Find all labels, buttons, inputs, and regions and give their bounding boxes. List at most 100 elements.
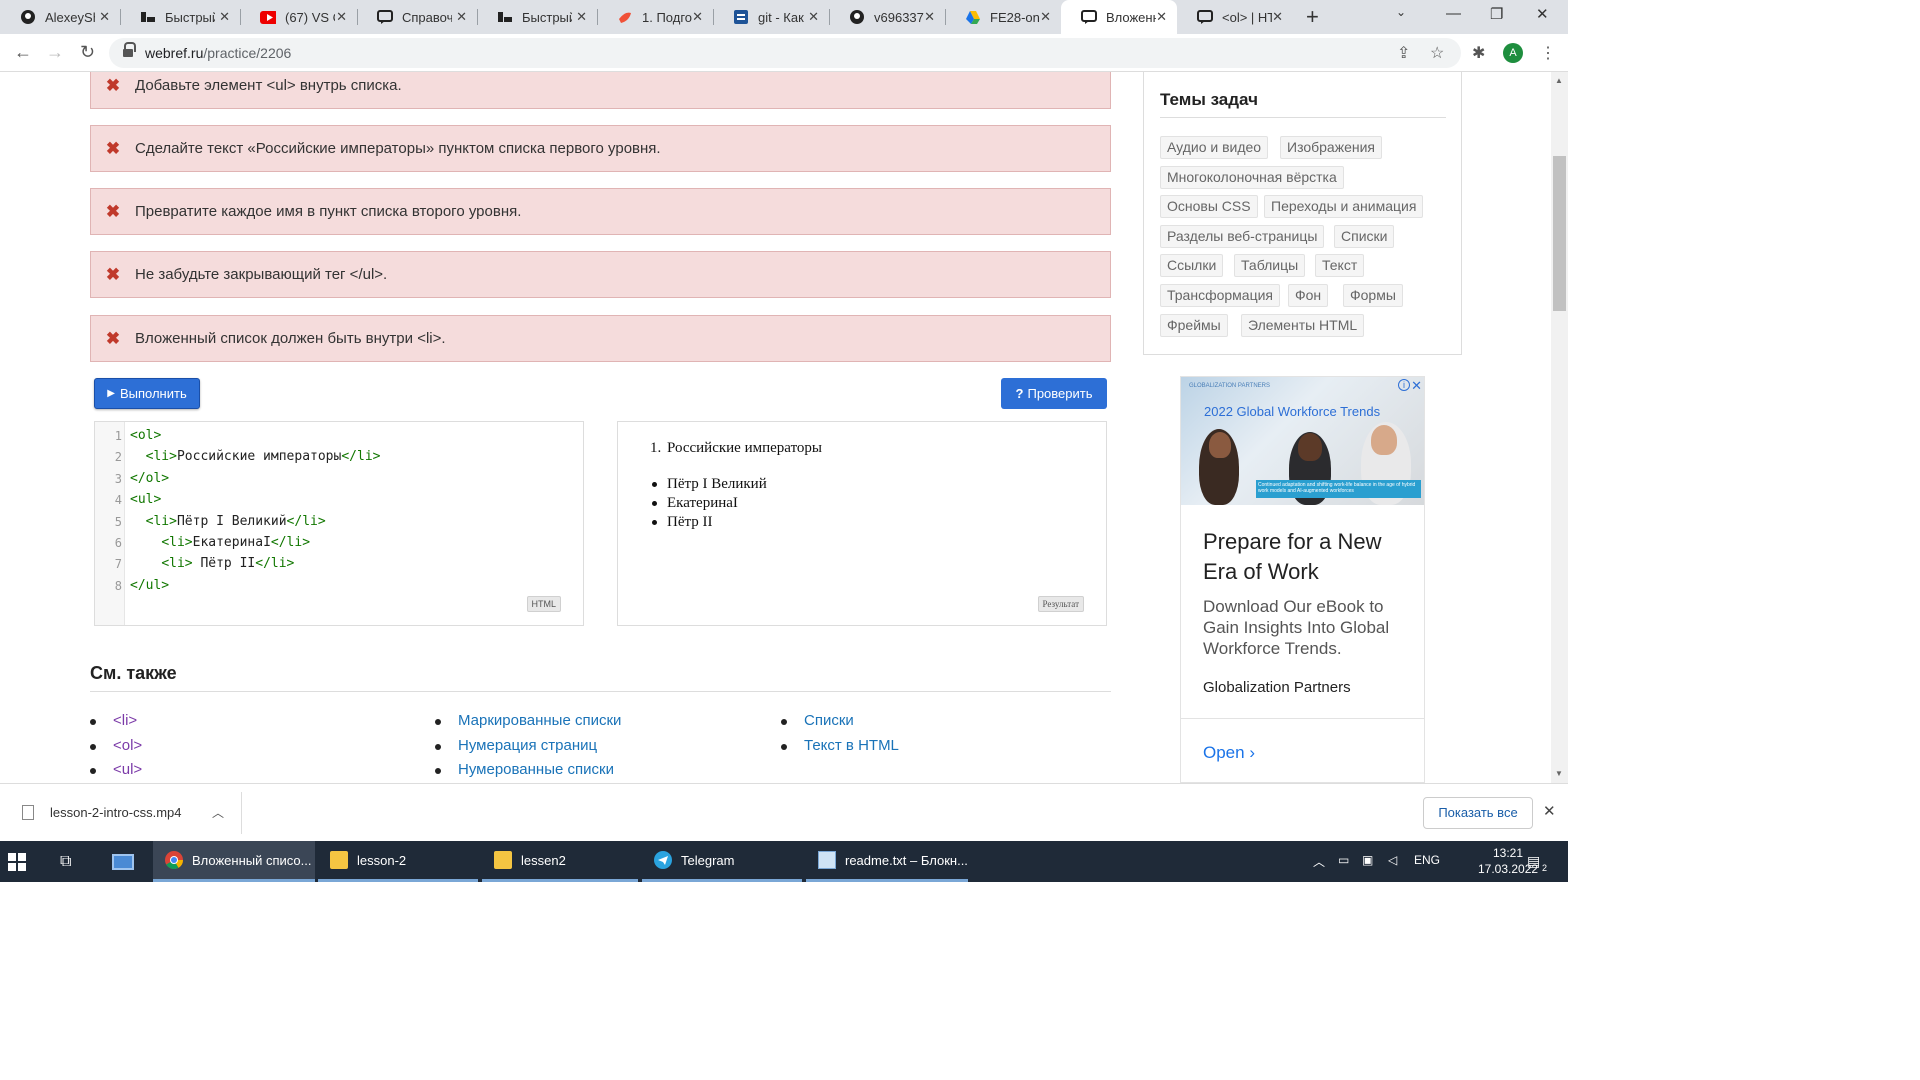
ad-open-button[interactable]: Open › bbox=[1203, 743, 1255, 763]
tab-github-v696[interactable]: v696337 ✕ bbox=[829, 0, 945, 34]
topic-chip[interactable]: Переходы и анимация bbox=[1264, 195, 1424, 218]
tab-youtube[interactable]: (67) VS C ✕ bbox=[240, 0, 357, 34]
volume-icon[interactable]: ◁ bbox=[1388, 853, 1397, 867]
code-line[interactable]: <ul> bbox=[130, 492, 161, 507]
minimize-icon[interactable]: — bbox=[1446, 5, 1461, 22]
topic-chip[interactable]: Аудио и видео bbox=[1160, 136, 1269, 159]
scroll-down-icon[interactable]: ▼ bbox=[1555, 769, 1563, 778]
reload-icon[interactable]: ↻ bbox=[80, 42, 95, 63]
show-all-button[interactable]: Показать все bbox=[1423, 797, 1533, 829]
advertisement[interactable]: GLOBALIZATION PARTNERS 2022 Global Workf… bbox=[1180, 376, 1425, 783]
link-text[interactable]: Маркированные списки bbox=[458, 712, 621, 729]
code-line[interactable]: <ol> bbox=[130, 428, 161, 443]
bookmark-star-icon[interactable]: ☆ bbox=[1430, 43, 1444, 63]
topic-chip[interactable]: Элементы HTML bbox=[1241, 314, 1365, 337]
close-icon[interactable]: ✕ bbox=[1543, 802, 1556, 820]
vertical-scrollbar[interactable]: ▲ ▼ bbox=[1551, 72, 1568, 783]
code-line[interactable]: </ul> bbox=[130, 578, 169, 593]
taskbar-item-notepad[interactable]: readme.txt – Блокн... bbox=[806, 841, 968, 882]
tab-github-alexey[interactable]: AlexeySh ✕ bbox=[0, 0, 120, 34]
link-text[interactable]: <ol> bbox=[113, 737, 142, 754]
language-indicator[interactable]: ENG bbox=[1414, 853, 1440, 867]
close-icon[interactable]: ✕ bbox=[456, 9, 467, 25]
notifications-icon[interactable]: ▤ bbox=[1527, 853, 1540, 870]
close-icon[interactable]: ✕ bbox=[1040, 9, 1051, 25]
close-icon[interactable]: ✕ bbox=[692, 9, 703, 25]
topic-chip[interactable]: Фреймы bbox=[1160, 314, 1228, 337]
tab-bystry-2[interactable]: Быстрый ✕ bbox=[477, 0, 597, 34]
taskbar-item-chrome[interactable]: Вложенный списо... bbox=[153, 841, 315, 882]
close-icon[interactable]: ✕ bbox=[219, 9, 230, 25]
link-text[interactable]: <li> bbox=[113, 712, 137, 729]
code-line[interactable]: <li>ЕкатеринаI</li> bbox=[130, 535, 310, 550]
link-text[interactable]: Текст в HTML bbox=[804, 737, 899, 754]
close-icon[interactable]: ✕ bbox=[576, 9, 587, 25]
chevron-up-icon[interactable]: ︿ bbox=[212, 804, 224, 821]
link-text[interactable]: Нумерованные списки bbox=[458, 761, 614, 778]
pinned-app[interactable] bbox=[112, 841, 142, 882]
menu-kebab-icon[interactable]: ⋮ bbox=[1540, 43, 1556, 63]
url-text[interactable]: webref.ru/practice/2206 bbox=[145, 45, 291, 61]
link-text[interactable]: Нумерация страниц bbox=[458, 737, 597, 754]
address-bar[interactable]: webref.ru/practice/2206 ⇪ ☆ bbox=[109, 38, 1461, 68]
forward-arrow-icon[interactable]: → bbox=[46, 42, 64, 63]
code-line[interactable]: <li>Пётр I Великий</li> bbox=[130, 514, 326, 529]
back-arrow-icon[interactable]: ← bbox=[14, 42, 32, 63]
close-icon[interactable]: ✕ bbox=[99, 9, 110, 25]
ad-image[interactable]: GLOBALIZATION PARTNERS 2022 Global Workf… bbox=[1181, 377, 1424, 505]
restore-icon[interactable]: ❐ bbox=[1490, 5, 1503, 23]
share-icon[interactable]: ⇪ bbox=[1397, 43, 1410, 63]
check-button[interactable]: ? Проверить bbox=[1001, 378, 1107, 409]
start-button[interactable] bbox=[8, 841, 40, 882]
close-icon[interactable]: ✕ bbox=[336, 9, 347, 25]
topic-chip[interactable]: Основы CSS bbox=[1160, 195, 1258, 218]
code-line[interactable]: <li>Российские императоры</li> bbox=[130, 449, 381, 465]
topic-chip[interactable]: Трансформация bbox=[1160, 284, 1280, 307]
topic-chip[interactable]: Формы bbox=[1343, 284, 1403, 307]
tab-git-kak[interactable]: git - Как ✕ bbox=[713, 0, 829, 34]
topic-chip[interactable]: Изображения bbox=[1280, 136, 1382, 159]
chevron-up-icon[interactable]: ︿ bbox=[1313, 853, 1325, 870]
code-editor[interactable]: 1 <ol> 2 <li>Российские императоры</li> 3 </… bbox=[94, 421, 584, 626]
ad-headline[interactable]: Prepare for a New Era of Work bbox=[1203, 527, 1413, 587]
tab-podgotovka[interactable]: 1. Подгот ✕ bbox=[597, 0, 713, 34]
code-line[interactable]: <li> Пётр II</li> bbox=[130, 556, 294, 571]
window-close-icon[interactable]: ✕ bbox=[1536, 5, 1549, 23]
topic-chip[interactable]: Многоколоночная вёрстка bbox=[1160, 166, 1344, 189]
tab-ol[interactable]: <ol> | HT ✕ bbox=[1177, 0, 1293, 34]
taskbar-item-telegram[interactable]: Telegram bbox=[642, 841, 802, 882]
close-icon[interactable]: ✕ bbox=[924, 9, 935, 25]
tab-vlozhenny-active[interactable]: Вложенн ✕ bbox=[1061, 0, 1177, 34]
ad-close-icon[interactable]: ✕ bbox=[1411, 378, 1422, 394]
new-tab-plus-icon[interactable]: + bbox=[1306, 4, 1319, 30]
tab-drive-fe28[interactable]: FE28-onl ✕ bbox=[945, 0, 1061, 34]
topic-chip[interactable]: Ссылки bbox=[1160, 254, 1224, 277]
close-icon[interactable]: ✕ bbox=[808, 9, 819, 25]
extensions-puzzle-icon[interactable]: ✱ bbox=[1472, 43, 1485, 63]
code-line[interactable]: </ol> bbox=[130, 471, 169, 486]
taskbar-item-folder[interactable]: lesson-2 bbox=[318, 841, 478, 882]
battery-icon[interactable]: ▭ bbox=[1338, 853, 1349, 867]
scroll-up-icon[interactable]: ▲ bbox=[1555, 76, 1563, 85]
adchoices-info-icon[interactable]: i bbox=[1398, 379, 1410, 391]
topic-chip[interactable]: Текст bbox=[1315, 254, 1365, 277]
tab-bystry-1[interactable]: Быстрый ✕ bbox=[120, 0, 240, 34]
run-button[interactable]: ▶ Выполнить bbox=[94, 378, 200, 409]
close-icon[interactable]: ✕ bbox=[1156, 9, 1167, 25]
task-view-button[interactable]: ⧉ bbox=[60, 841, 90, 882]
tab-search-chevron-icon[interactable]: ⌄ bbox=[1396, 5, 1406, 19]
link-text[interactable]: Списки bbox=[804, 712, 854, 729]
scroll-thumb[interactable] bbox=[1553, 156, 1566, 311]
code-text: Российские императоры bbox=[176, 449, 342, 465]
download-filename[interactable]: lesson-2-intro-css.mp4 bbox=[50, 805, 182, 820]
tab-spravochnik[interactable]: Справоч ✕ bbox=[357, 0, 477, 34]
topic-chip[interactable]: Списки bbox=[1334, 225, 1395, 248]
close-icon[interactable]: ✕ bbox=[1272, 9, 1283, 25]
taskbar-item-folder[interactable]: lessen2 bbox=[482, 841, 638, 882]
network-icon[interactable]: ▣ bbox=[1362, 853, 1373, 867]
topic-chip[interactable]: Разделы веб-страницы bbox=[1160, 225, 1325, 248]
topic-chip[interactable]: Фон bbox=[1288, 284, 1329, 307]
link-text[interactable]: <ul> bbox=[113, 761, 142, 778]
topic-chip[interactable]: Таблицы bbox=[1234, 254, 1306, 277]
avatar[interactable]: A bbox=[1503, 43, 1523, 63]
